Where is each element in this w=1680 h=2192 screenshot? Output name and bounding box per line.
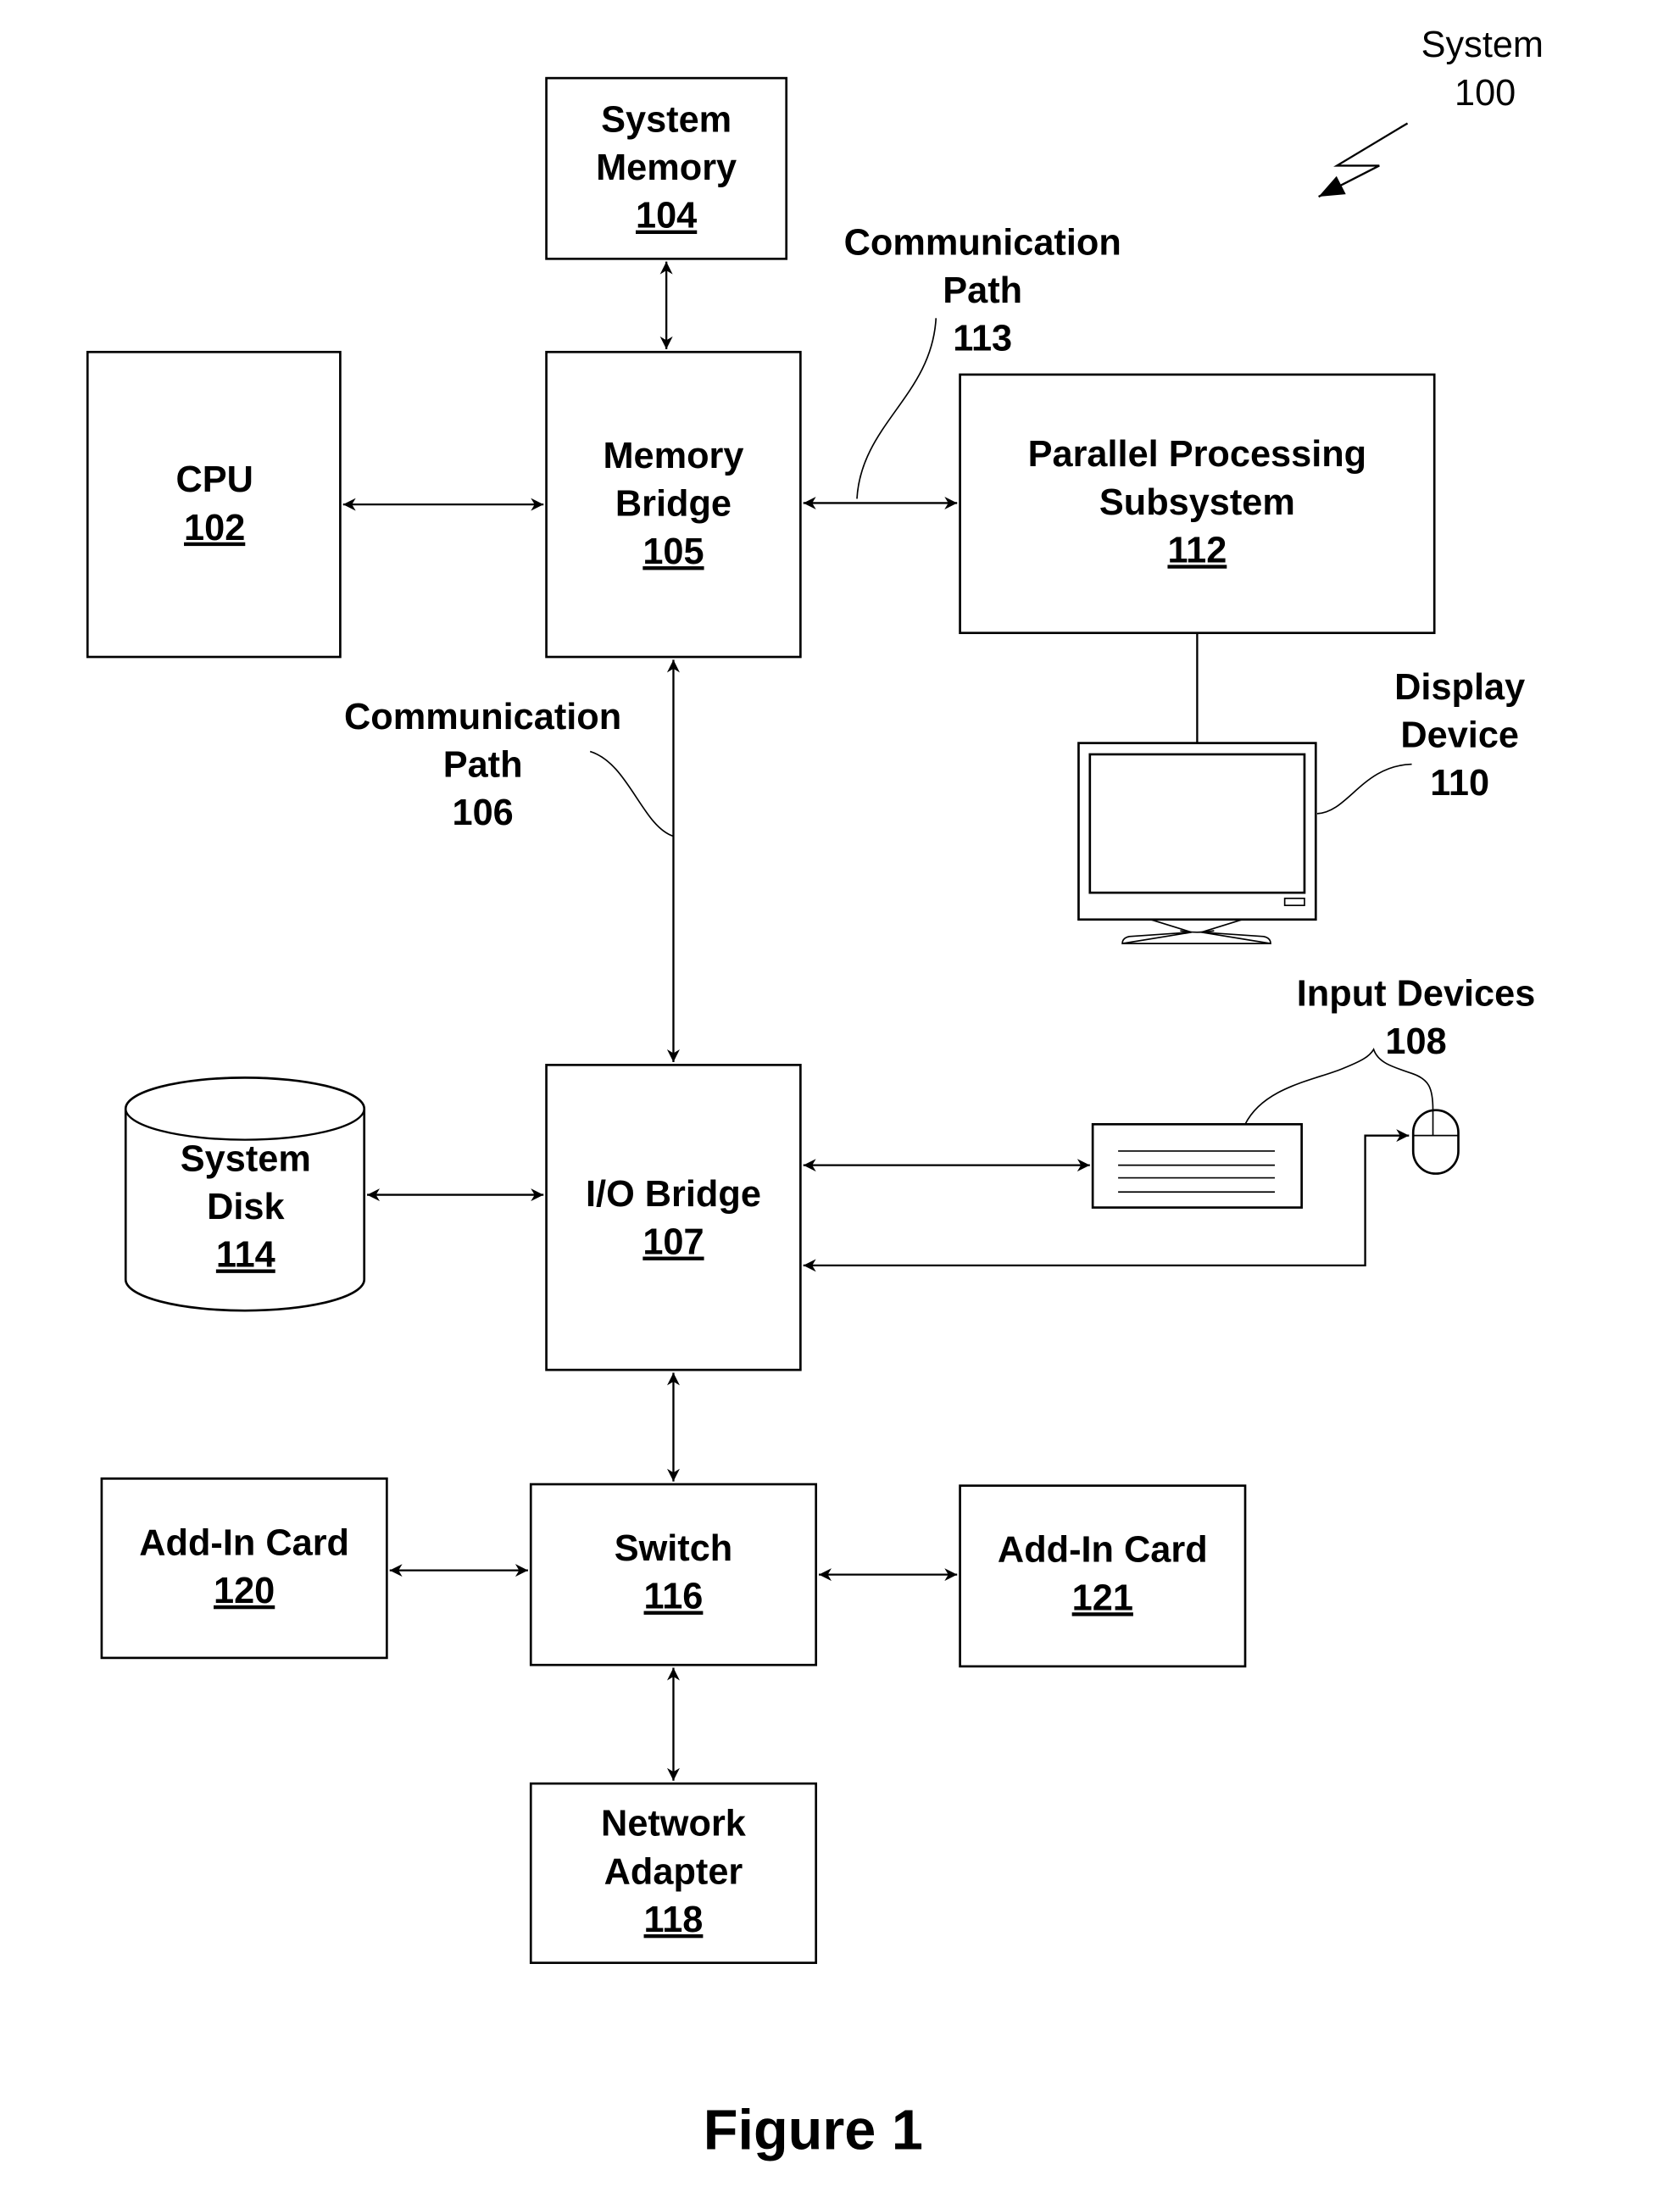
block-switch[interactable]: Switch 116 (529, 1483, 818, 1666)
block-label: Disk (207, 1187, 285, 1227)
block-ref: 121 (1072, 1577, 1133, 1618)
callout-label: Path (943, 270, 1022, 311)
block-system-disk[interactable]: System Disk 114 (124, 1077, 366, 1312)
block-ref: 102 (184, 508, 245, 548)
block-label: Network (601, 1804, 747, 1844)
callout-ref: 110 (1430, 763, 1489, 804)
block-label: Parallel Processing (1028, 434, 1367, 475)
block-label: Add-In Card (998, 1530, 1208, 1571)
block-ref: 114 (216, 1235, 275, 1276)
block-ref: 118 (644, 1900, 704, 1940)
system-label: System 100 (1318, 25, 1544, 198)
callout-ref: 106 (452, 793, 513, 833)
keyboard-icon (1091, 1122, 1303, 1209)
figure-caption: Figure 1 (704, 2099, 923, 2161)
system-label-ref: 100 (1455, 73, 1516, 114)
block-network-adapter[interactable]: Network Adapter 118 (529, 1782, 818, 1964)
callout-label: Path (443, 745, 523, 786)
block-io-bridge[interactable]: I/O Bridge 107 (545, 1064, 802, 1371)
block-label: Add-In Card (139, 1522, 349, 1563)
lightning-arrow-icon (1318, 122, 1409, 198)
leader-line (856, 318, 937, 499)
leader-line (589, 750, 674, 837)
block-parallel-processing-subsystem[interactable]: Parallel Processing Subsystem 112 (959, 373, 1436, 635)
block-ref: 104 (636, 196, 697, 236)
callout-comm-path-106: Communication Path 106 (344, 697, 674, 837)
block-ref: 120 (214, 1571, 275, 1611)
block-label: CPU (175, 459, 253, 500)
mouse-icon (1411, 1109, 1460, 1175)
system-label-name: System (1421, 25, 1544, 65)
block-label: Memory (596, 147, 737, 188)
block-ref: 105 (643, 531, 704, 572)
block-label: Switch (615, 1528, 733, 1569)
block-memory-bridge[interactable]: Memory Bridge 105 (545, 350, 802, 659)
block-label: System (601, 99, 732, 140)
callout-label: Device (1400, 715, 1519, 756)
block-ref: 112 (1167, 530, 1227, 570)
callout-label: Display (1394, 667, 1525, 708)
leader-line (1316, 763, 1412, 815)
block-label: Subsystem (1099, 482, 1295, 523)
block-add-in-card-121[interactable]: Add-In Card 121 (959, 1484, 1247, 1668)
block-ref: 107 (643, 1222, 704, 1263)
monitor-icon (1077, 742, 1317, 945)
block-system-memory[interactable]: System Memory 104 (545, 76, 788, 260)
block-label: Bridge (615, 483, 732, 524)
block-label: System (181, 1138, 311, 1179)
display-device[interactable]: Display Device 110 (1077, 667, 1525, 945)
block-add-in-card-120[interactable]: Add-In Card 120 (100, 1477, 388, 1660)
block-cpu[interactable]: CPU 102 (86, 350, 342, 659)
callout-label: Communication (344, 697, 621, 737)
block-ref: 116 (644, 1577, 704, 1617)
callout-ref: 113 (953, 319, 1012, 359)
input-devices[interactable]: Input Devices 108 (1091, 973, 1536, 1209)
system-block-diagram: System 100 System Memory 104 CPU 102 Mem… (86, 25, 1544, 2161)
callout-ref: 108 (1385, 1021, 1446, 1062)
callout-label: Communication (844, 222, 1121, 263)
block-label: I/O Bridge (586, 1174, 761, 1215)
block-label: Adapter (604, 1851, 743, 1892)
callout-label: Input Devices (1297, 973, 1536, 1014)
block-label: Memory (603, 436, 743, 476)
